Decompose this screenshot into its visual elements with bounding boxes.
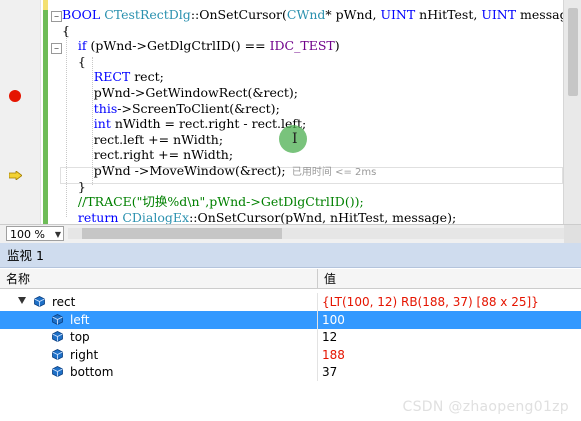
watch-variable-name: right <box>70 347 99 362</box>
code-line[interactable]: if (pWnd->GetDlgCtrlID() == IDC_TEST) <box>62 38 340 55</box>
column-header-name[interactable]: 名称 <box>0 269 318 289</box>
code-token: { <box>62 53 86 69</box>
watch-name-cell[interactable]: left <box>0 310 318 329</box>
code-token: pWnd ->MoveWindow(&rect); <box>62 163 286 178</box>
code-token: IDC_TEST <box>269 38 335 54</box>
column-header-value[interactable]: 值 <box>318 269 581 289</box>
code-line[interactable]: return CDialogEx::OnSetCursor(pWnd, nHit… <box>62 210 456 224</box>
watch-name-cell[interactable]: right <box>0 345 318 364</box>
code-token: ->ScreenToClient(&rect); <box>117 100 280 116</box>
watch-variable-name: rect <box>52 295 76 309</box>
watch-row-top[interactable]: top 12 <box>0 328 581 346</box>
code-token: (pWnd->GetDlgCtrlID() == <box>86 38 270 54</box>
horizontal-scrollbar-thumb[interactable] <box>82 228 282 239</box>
code-line[interactable]: //TRACE("切换%d\n",pWnd->GetDlgCtrlID()); <box>62 194 364 211</box>
code-token: rect.right += nWidth; <box>62 147 234 163</box>
code-line[interactable]: { <box>62 23 70 40</box>
variable-icon <box>52 331 63 342</box>
variable-icon <box>52 366 63 377</box>
watermark: CSDN @zhaopeng01zp <box>402 399 569 415</box>
scroll-corner <box>564 225 581 243</box>
zoom-dropdown[interactable]: 100 % ▼ <box>6 226 64 241</box>
vertical-scrollbar-thumb[interactable] <box>568 8 578 96</box>
editor-status-bar: 100 % ▼ <box>0 224 581 244</box>
breakpoint-icon[interactable] <box>9 90 21 102</box>
chevron-down-icon[interactable]: ▼ <box>55 227 61 242</box>
fold-toggle-icon[interactable]: − <box>51 43 62 54</box>
code-editor[interactable]: − − BOOL CTestRectDlg::OnSetCursor(CWnd*… <box>0 0 581 224</box>
code-line[interactable]: pWnd->GetWindowRect(&rect); <box>62 85 298 102</box>
watch-row-rect[interactable]: rect {LT(100, 12) RB(188, 37) [88 x 25]} <box>0 293 581 311</box>
watch-row-bottom[interactable]: bottom 37 <box>0 363 581 381</box>
code-token: } <box>62 178 86 194</box>
watch-value-cell[interactable]: 188 <box>318 346 581 364</box>
code-token: UINT <box>481 7 517 22</box>
code-token: return <box>62 209 123 224</box>
code-line[interactable]: rect.right += nWidth; <box>62 147 233 164</box>
watch-value-cell[interactable]: 12 <box>318 328 581 346</box>
watch-variable-name: top <box>70 330 90 344</box>
code-line[interactable]: RECT rect; <box>62 69 164 86</box>
watch-row-right[interactable]: right 188 <box>0 345 581 364</box>
code-token: CTestRectDlg <box>104 7 191 22</box>
code-token: pWnd->GetWindowRect(&rect); <box>62 85 299 100</box>
code-token: rect; <box>130 69 164 85</box>
code-token: UINT <box>380 7 416 22</box>
code-line[interactable]: rect.left += nWidth; <box>62 132 223 149</box>
vertical-scrollbar[interactable] <box>563 0 581 224</box>
expand-collapse-icon[interactable] <box>18 297 26 304</box>
watch-variable-name: left <box>70 312 90 327</box>
code-token: this <box>62 100 118 116</box>
code-token: BOOL <box>62 7 105 22</box>
code-token: int <box>62 116 111 132</box>
code-token: if <box>62 38 87 54</box>
code-token: nWidth = rect.right - rect.left; <box>110 116 307 132</box>
code-token: ::OnSetCursor( <box>190 7 287 22</box>
watch-name-cell[interactable]: rect <box>0 293 318 311</box>
code-token: * pWnd, <box>325 7 381 22</box>
unsaved-change-bar <box>43 0 48 10</box>
watch-row-left[interactable]: left 100 <box>0 310 581 329</box>
code-token: ::OnSetCursor(pWnd, nHitTest, message); <box>189 209 457 224</box>
code-line[interactable]: BOOL CTestRectDlg::OnSetCursor(CWnd* pWn… <box>62 7 580 24</box>
code-token: CDialogEx <box>122 209 190 224</box>
watch-name-cell[interactable]: bottom <box>0 363 318 381</box>
zoom-value: 100 % <box>10 228 45 241</box>
variable-icon <box>52 348 63 360</box>
change-tracking-bar <box>43 0 48 224</box>
watch-variable-name: bottom <box>70 365 114 379</box>
code-line[interactable]: int nWidth = rect.right - rect.left; <box>62 116 306 133</box>
variable-icon <box>34 296 45 307</box>
code-token: //TRACE("切换%d\n",pWnd->GetDlgCtrlID()); <box>62 194 364 210</box>
code-token: nHitTest, <box>415 7 482 22</box>
code-token: { <box>62 22 70 38</box>
watch-value-cell[interactable]: {LT(100, 12) RB(188, 37) [88 x 25]} <box>318 293 581 311</box>
code-line[interactable]: pWnd ->MoveWindow(&rect); 已用时间 <= 2ms <box>62 163 377 180</box>
breakpoint-margin[interactable] <box>0 0 41 224</box>
variable-icon <box>52 313 63 325</box>
watch-window-title[interactable]: 监视 1 <box>0 243 581 268</box>
elapsed-time-hint: 已用时间 <= 2ms <box>285 167 377 178</box>
watch-name-cell[interactable]: top <box>0 328 318 346</box>
current-statement-arrow-icon <box>9 171 22 180</box>
watch-value-cell[interactable]: 100 <box>318 311 581 329</box>
fold-toggle-icon[interactable]: − <box>51 11 62 22</box>
watch-window: 监视 1 名称 值 rect {LT(100, 12) RB(188, 37) [… <box>0 243 581 421</box>
ibeam-cursor-icon: I <box>292 131 298 147</box>
code-token: rect.left += nWidth; <box>62 131 224 147</box>
watch-value-cell[interactable]: 37 <box>318 363 581 381</box>
code-token: CWnd <box>286 7 326 22</box>
code-line[interactable]: { <box>62 54 86 71</box>
code-line[interactable]: this->ScreenToClient(&rect); <box>62 101 280 118</box>
code-token: ) <box>334 38 340 54</box>
code-line[interactable]: } <box>62 179 86 196</box>
code-token: RECT <box>62 69 131 85</box>
